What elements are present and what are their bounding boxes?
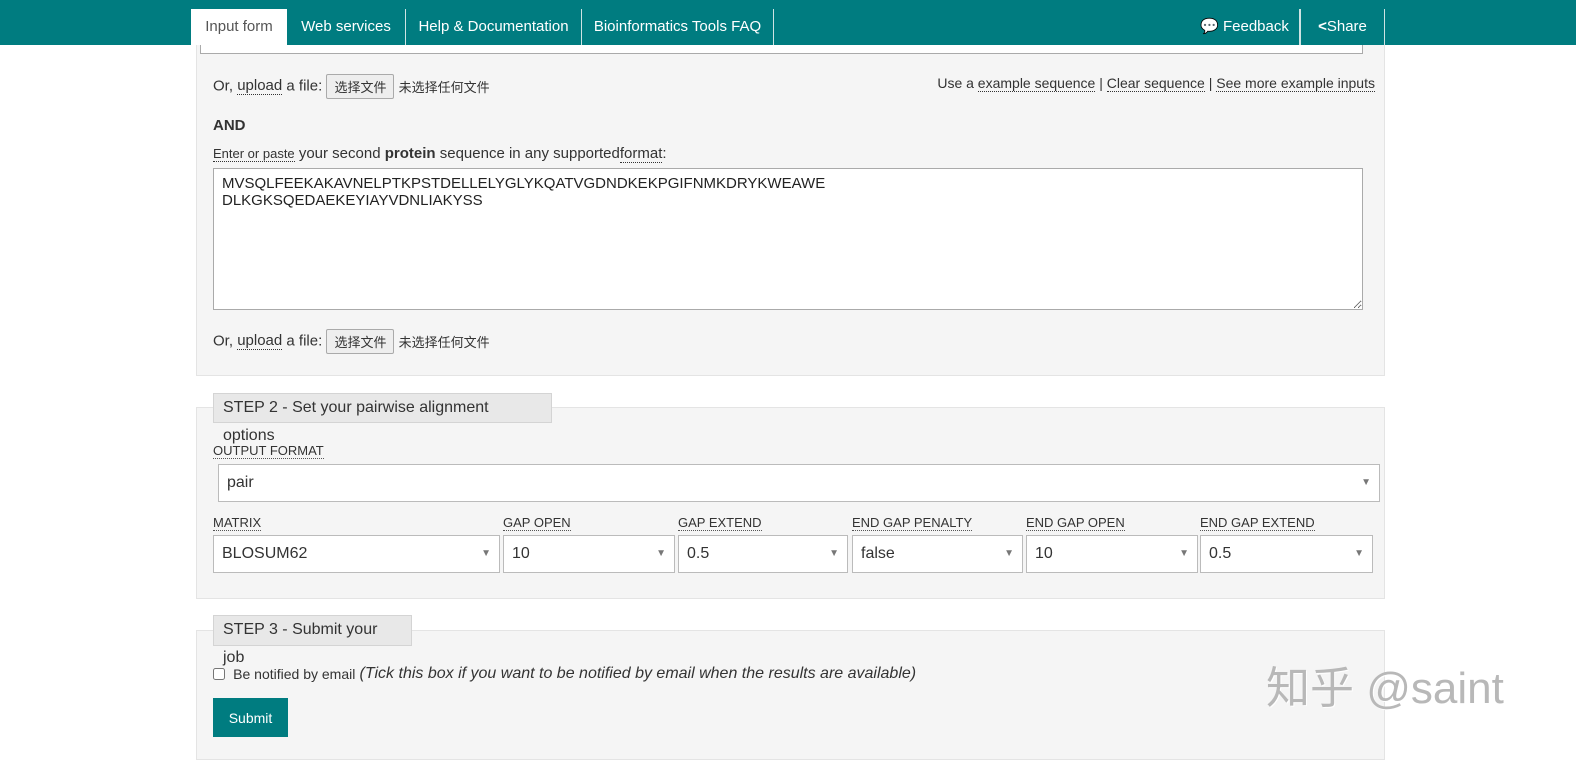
separator: | [1099,75,1103,91]
first-sequence-textarea[interactable] [200,45,1363,54]
upload-row-1: Or, upload a file: 选择文件 未选择任何文件 [213,74,490,99]
option-value: 10 [512,545,530,562]
tab-web-services[interactable]: Web services [287,9,406,45]
label-text: your second [298,145,381,162]
upload-prefix: Or, [213,332,234,350]
share-button[interactable]: <Share [1300,9,1385,45]
clear-sequence-link[interactable]: Clear sequence [1106,75,1205,92]
upload-prefix: Or, [213,77,234,95]
top-nav: Input form Web services Help & Documenta… [0,0,1576,45]
label-text: sequence in any supported [439,145,620,162]
speech-bubble-icon: 💬 [1200,18,1219,35]
option-select[interactable]: 10 ▼ [503,535,675,573]
option-select[interactable]: 0.5 ▼ [678,535,848,573]
dropdown-arrow-icon: ▼ [1179,548,1189,559]
option-label: END GAP PENALTY [852,515,973,531]
tab-help-documentation[interactable]: Help & Documentation [406,9,582,45]
file-status: 未选择任何文件 [398,335,490,350]
option-select[interactable]: 0.5 ▼ [1200,535,1373,573]
option-value: 0.5 [1209,545,1232,562]
notify-row: Be notified by email (Tick this box if y… [213,665,916,683]
output-format-label: OUTPUT FORMAT [213,443,324,459]
dropdown-arrow-icon: ▼ [481,548,491,559]
choose-file-button[interactable]: 选择文件 [326,329,395,354]
file-status: 未选择任何文件 [398,80,490,95]
step2-legend: STEP 2 - Set your pairwise alignment opt… [213,393,552,444]
notify-checkbox[interactable] [213,668,225,681]
upload-link[interactable]: upload [237,332,283,351]
output-format-select[interactable]: pair ▼ [218,464,1380,502]
option-value: BLOSUM62 [222,545,308,562]
upload-suffix: a file: [286,332,323,350]
option-value: 10 [1035,545,1053,562]
second-sequence-label: Enter or paste your second protein seque… [213,145,667,163]
option-select[interactable]: BLOSUM62 ▼ [213,535,500,573]
more-examples-link[interactable]: See more example inputs [1216,75,1375,92]
option-label: GAP OPEN [503,515,571,531]
enter-paste-link[interactable]: Enter or paste [213,146,295,162]
use-a-text: Use a [937,75,974,91]
step3-legend: STEP 3 - Submit your job [213,615,412,666]
notify-hint: (Tick this box if you want to be notifie… [359,665,917,683]
option-label: MATRIX [213,515,262,531]
dropdown-arrow-icon: ▼ [1004,548,1014,559]
tab-input-form[interactable]: Input form [191,9,287,45]
choose-file-button[interactable]: 选择文件 [326,74,395,99]
share-icon: < [1318,18,1327,35]
dropdown-arrow-icon: ▼ [1361,477,1371,488]
upload-row-2: Or, upload a file: 选择文件 未选择任何文件 [213,329,490,354]
second-sequence-textarea[interactable]: MVSQLFEEKAKAVNELPTKPSTDELLELYGLYKQATVGDN… [213,168,1363,310]
option-value: false [861,545,895,562]
option-label: END GAP OPEN [1026,515,1125,531]
protein-text: protein [384,145,436,162]
and-heading: AND [213,117,246,134]
example-links: Use a example sequence | Clear sequence … [937,75,1375,92]
option-label: END GAP EXTEND [1200,515,1315,531]
tab-bioinformatics-faq[interactable]: Bioinformatics Tools FAQ [582,9,774,45]
dropdown-arrow-icon: ▼ [1354,548,1364,559]
feedback-button[interactable]: 💬 Feedback [1190,9,1300,45]
step3-panel [196,630,1385,760]
notify-label: Be notified by email [233,666,356,683]
share-label: Share [1326,18,1367,35]
format-link[interactable]: format [619,145,663,163]
output-format-value: pair [227,474,254,491]
option-label: GAP EXTEND [678,515,762,531]
dropdown-arrow-icon: ▼ [829,548,839,559]
example-sequence-link[interactable]: example sequence [977,75,1096,92]
feedback-label: Feedback [1222,18,1289,35]
watermark: 知乎 @saint [1266,664,1504,713]
option-value: 0.5 [687,545,710,562]
upload-link[interactable]: upload [237,77,283,96]
option-select[interactable]: false ▼ [852,535,1023,573]
upload-suffix: a file: [286,77,323,95]
dropdown-arrow-icon: ▼ [656,548,666,559]
separator: | [1208,75,1213,91]
submit-button[interactable]: Submit [213,698,288,737]
option-select[interactable]: 10 ▼ [1026,535,1198,573]
